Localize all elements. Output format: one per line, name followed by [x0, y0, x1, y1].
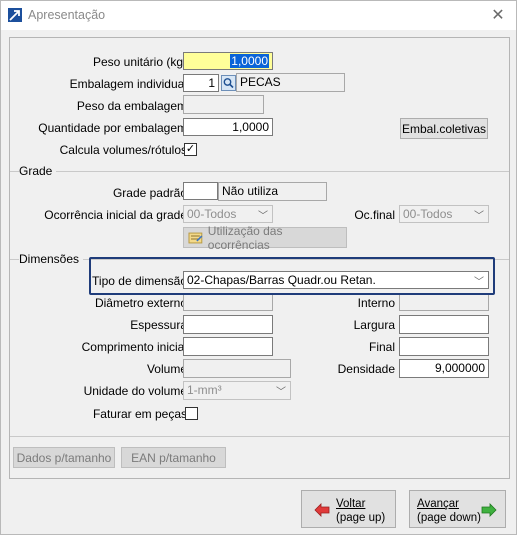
grade-group-title: Grade	[19, 164, 57, 178]
focus-highlight-frame	[89, 257, 495, 295]
chevron-down-icon: ﹀	[276, 386, 286, 398]
ean-tamanho-button: EAN p/tamanho	[121, 447, 226, 468]
voltar-button[interactable]: Voltar (page up)	[301, 490, 396, 528]
interno-label: Interno	[357, 296, 395, 310]
diametro-externo-label: Diâmetro externo	[94, 296, 187, 310]
search-icon[interactable]	[221, 75, 236, 91]
volume-label: Volume	[146, 362, 187, 376]
dialog-window: Apresentação ✕ Peso unitário (kg) 1,0000…	[0, 0, 517, 535]
quantidade-embalagem-input[interactable]: 1,0000	[183, 118, 273, 136]
quantidade-embalagem-label: Quantidade por embalagem	[38, 121, 187, 135]
bottom-divider	[10, 436, 509, 437]
arrow-right-icon	[481, 503, 497, 517]
voltar-shortcut: (page up)	[336, 512, 386, 524]
densidade-input[interactable]: 9,000000	[399, 359, 489, 378]
densidade-label: Densidade	[337, 362, 395, 376]
close-icon[interactable]: ✕	[489, 6, 507, 24]
comprimento-inicial-input[interactable]	[183, 337, 273, 356]
chevron-down-icon: ﹀	[258, 210, 268, 222]
unidade-volume-select: 1-mm³ ﹀	[183, 381, 291, 400]
ocorrencia-inicial-select: 00-Todos ﹀	[183, 205, 273, 223]
ocorrencia-inicial-value: 00-Todos	[187, 207, 237, 221]
utilizacao-ocorrencias-label: Utilização das ocorrências	[207, 223, 283, 252]
final-input[interactable]	[399, 337, 489, 356]
utilizacao-ocorrencias-button: Utilização das ocorrências	[183, 224, 347, 252]
peso-unitario-input[interactable]: 1,0000	[183, 52, 273, 70]
embalagem-code-input[interactable]: 1	[183, 74, 219, 92]
avancar-label: Avançar	[417, 498, 459, 510]
app-icon	[8, 8, 22, 22]
unidade-volume-value: 1-mm³	[187, 383, 222, 397]
embalagem-individual-label: Embalagem individual	[69, 77, 187, 91]
peso-embalagem-label: Peso da embalagem	[76, 99, 187, 113]
oc-final-label: Oc.final	[354, 208, 395, 222]
grade-padrao-label: Grade padrão	[112, 186, 187, 200]
peso-unitario-label: Peso unitário (kg)	[92, 55, 187, 69]
espessura-label: Espessura	[130, 318, 187, 332]
largura-label: Largura	[353, 318, 395, 332]
dimensoes-group-title: Dimensões	[19, 252, 84, 266]
final-label: Final	[368, 340, 395, 354]
faturar-pecas-label: Faturar em peças	[92, 407, 187, 421]
calcula-volumes-checkbox[interactable]: ✓	[184, 143, 197, 156]
avancar-shortcut: (page down)	[417, 512, 481, 524]
oc-final-select: 00-Todos ﹀	[399, 205, 489, 223]
chevron-down-icon: ﹀	[474, 210, 484, 222]
ocorrencia-inicial-label: Ocorrência inicial da grade	[44, 208, 187, 222]
window-title: Apresentação	[28, 8, 106, 22]
voltar-label: Voltar	[336, 498, 366, 510]
volume-field	[183, 359, 291, 378]
peso-embalagem-field	[183, 95, 264, 114]
diametro-externo-field	[183, 293, 273, 311]
espessura-input[interactable]	[183, 315, 273, 334]
title-bar: Apresentação ✕	[1, 1, 516, 30]
interno-field	[399, 293, 489, 311]
unidade-volume-label: Unidade do volume	[83, 384, 187, 398]
peso-unitario-value: 1,0000	[230, 54, 269, 68]
calcula-volumes-label: Calcula volumes/rótulos	[59, 143, 187, 157]
faturar-pecas-checkbox[interactable]	[185, 407, 198, 420]
grade-padrao-desc-field: Não utiliza	[218, 182, 327, 201]
grade-divider	[10, 171, 509, 172]
arrow-left-icon	[314, 503, 330, 517]
avancar-button[interactable]: Avançar (page down)	[409, 490, 506, 528]
grade-padrao-code-input[interactable]	[183, 182, 218, 200]
grade-list-icon	[188, 232, 203, 243]
embal-coletivas-button[interactable]: Embal.coletivas	[400, 118, 488, 139]
comprimento-inicial-label: Comprimento inicial	[81, 340, 187, 354]
embalagem-desc-field: PECAS	[236, 73, 345, 92]
dados-tamanho-button: Dados p/tamanho	[13, 447, 115, 468]
largura-input[interactable]	[399, 315, 489, 334]
oc-final-value: 00-Todos	[403, 207, 453, 221]
